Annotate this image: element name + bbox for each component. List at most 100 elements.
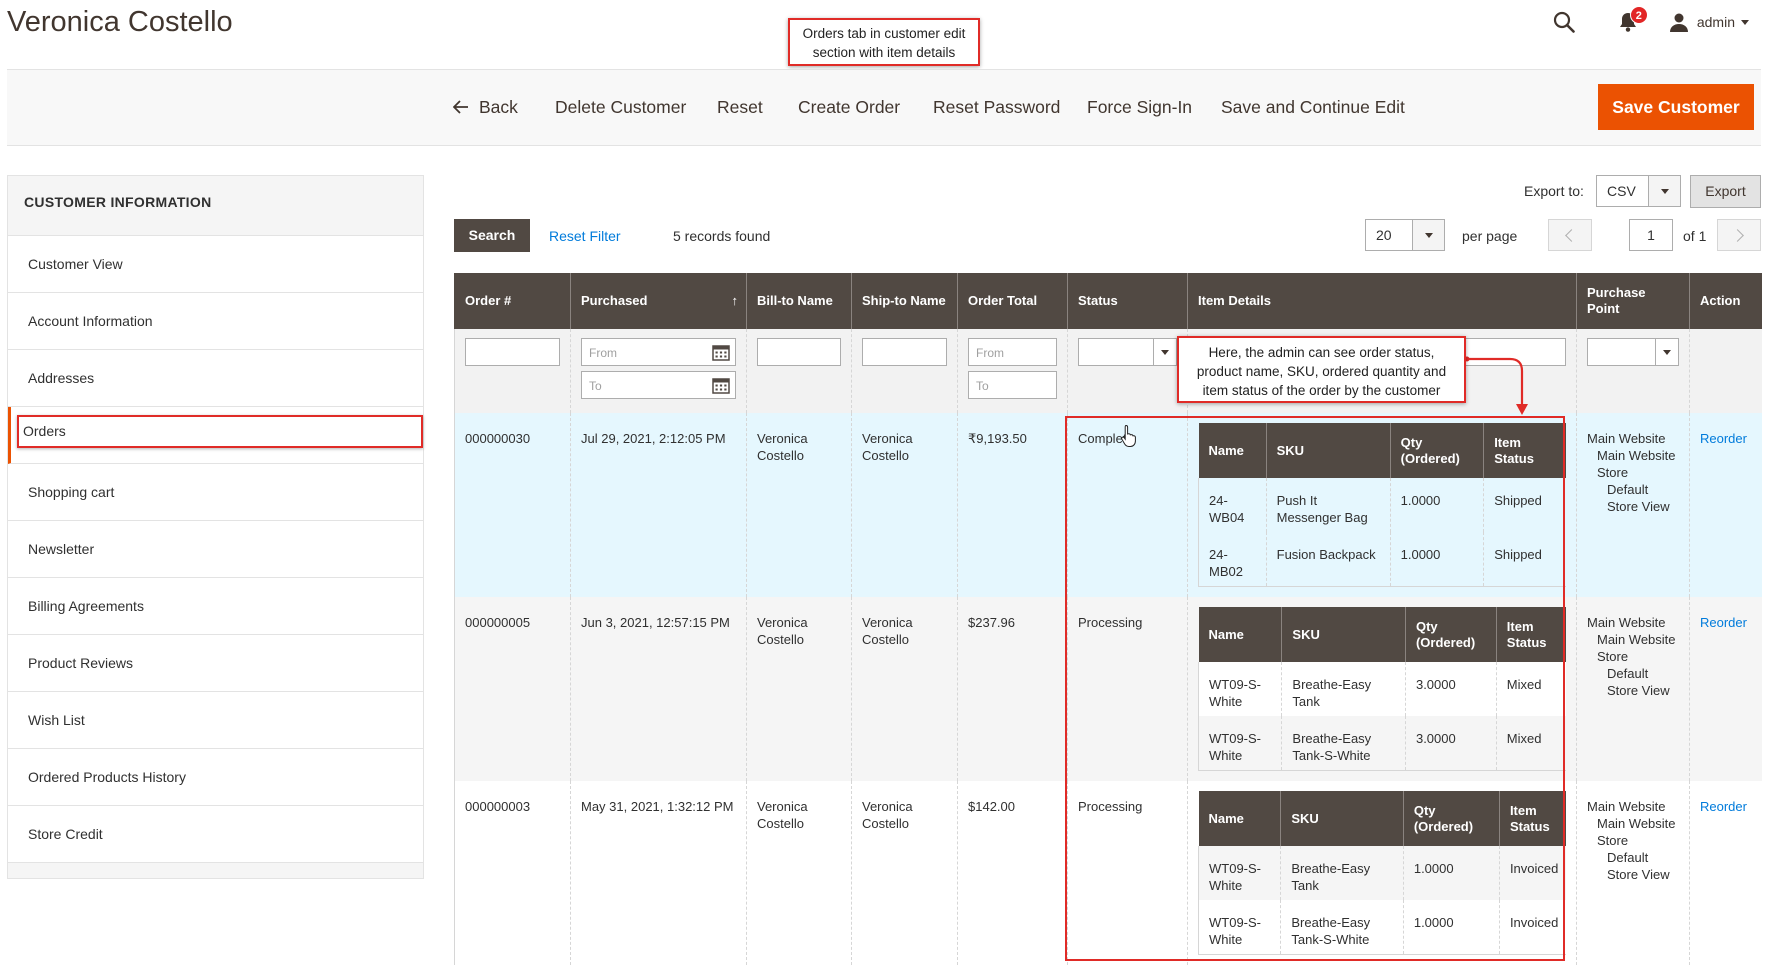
export-label: Export to: bbox=[1524, 183, 1584, 199]
order-total-to-filter[interactable]: To bbox=[968, 371, 1057, 399]
filter-placeholder: To bbox=[976, 379, 989, 393]
reset-filter-link[interactable]: Reset Filter bbox=[549, 228, 621, 244]
column-order-total[interactable]: Order Total bbox=[957, 273, 1068, 329]
item-column-qty: Qty (Ordered) bbox=[1404, 607, 1497, 662]
bill-to-name-filter[interactable] bbox=[757, 338, 841, 366]
purchase-point-store-view: Default Store View bbox=[1607, 666, 1670, 698]
purchased-from-filter[interactable]: From bbox=[581, 338, 736, 366]
sidebar-item-store-credit[interactable]: Store Credit bbox=[8, 806, 423, 863]
page-actions-toolbar: Back Delete Customer Reset Create Order … bbox=[7, 69, 1761, 146]
column-item-details[interactable]: Item Details bbox=[1187, 273, 1577, 329]
purchase-point-store-view: Default Store View bbox=[1607, 850, 1670, 882]
item-status: Mixed bbox=[1495, 662, 1566, 716]
admin-user-menu[interactable]: admin bbox=[1697, 14, 1735, 30]
item-status: Shipped bbox=[1483, 478, 1566, 532]
column-ship-to-name[interactable]: Ship-to Name bbox=[851, 273, 958, 329]
column-action[interactable]: Action bbox=[1689, 273, 1762, 329]
force-sign-in-button[interactable]: Force Sign-In bbox=[1087, 70, 1192, 145]
per-page-select[interactable]: 20 bbox=[1365, 219, 1445, 251]
per-page-value: 20 bbox=[1376, 227, 1392, 243]
callout-line: item status of the order by the customer bbox=[1202, 383, 1441, 398]
item-sku: Breathe-Easy Tank-S-White bbox=[1281, 716, 1406, 771]
calendar-icon[interactable] bbox=[712, 343, 730, 361]
save-and-continue-button[interactable]: Save and Continue Edit bbox=[1221, 70, 1405, 145]
item-status: Shipped bbox=[1483, 532, 1566, 587]
filter-placeholder: To bbox=[589, 379, 602, 393]
sidebar-item-account-information[interactable]: Account Information bbox=[8, 293, 423, 350]
sidebar-item-orders[interactable]: Orders bbox=[8, 407, 423, 464]
purchase-point-filter-select[interactable] bbox=[1587, 338, 1679, 366]
reorder-link[interactable]: Reorder bbox=[1700, 431, 1747, 446]
sidebar-item-product-reviews[interactable]: Product Reviews bbox=[8, 635, 423, 692]
item-name: WT09-S-White bbox=[1197, 716, 1282, 771]
status-filter-select[interactable] bbox=[1078, 338, 1177, 366]
notifications-badge: 2 bbox=[1629, 6, 1648, 24]
export-button[interactable]: Export bbox=[1690, 175, 1761, 208]
purchase-point-store: Main Website Store bbox=[1597, 448, 1676, 480]
column-purchased[interactable]: ↑ Purchased bbox=[570, 273, 747, 329]
sidebar-title: CUSTOMER INFORMATION bbox=[24, 194, 212, 210]
back-button[interactable]: Back bbox=[453, 70, 518, 145]
column-order-number[interactable]: Order # bbox=[454, 273, 571, 329]
item-status: Invoiced bbox=[1498, 900, 1566, 955]
previous-page-button[interactable] bbox=[1548, 219, 1592, 251]
callout-line: Here, the admin can see order status, bbox=[1208, 345, 1435, 360]
calendar-icon[interactable] bbox=[712, 376, 730, 394]
user-icon[interactable] bbox=[1669, 12, 1689, 32]
bill-to-name: Veronica Costello bbox=[746, 413, 852, 597]
create-order-button[interactable]: Create Order bbox=[798, 70, 900, 145]
reorder-link[interactable]: Reorder bbox=[1700, 799, 1747, 814]
save-customer-button[interactable]: Save Customer bbox=[1598, 84, 1754, 130]
purchased-to-filter[interactable]: To bbox=[581, 371, 736, 399]
sidebar-item-shopping-cart[interactable]: Shopping cart bbox=[8, 464, 423, 521]
item-details-table: Name SKU Qty (Ordered) Item Status WT09-… bbox=[1197, 607, 1566, 771]
order-status: Processing bbox=[1067, 781, 1188, 965]
item-row: WT09-S-White Breathe-Easy Tank 3.0000 Mi… bbox=[1197, 662, 1566, 716]
item-qty: 1.0000 bbox=[1389, 532, 1484, 587]
column-purchase-point[interactable]: Purchase Point bbox=[1576, 273, 1690, 329]
sidebar-item-billing-agreements[interactable]: Billing Agreements bbox=[8, 578, 423, 635]
reset-password-button[interactable]: Reset Password bbox=[933, 70, 1060, 145]
delete-customer-button[interactable]: Delete Customer bbox=[555, 70, 686, 145]
page-total: of 1 bbox=[1683, 228, 1707, 244]
item-row: 24-WB04 Push It Messenger Bag 1.0000 Shi… bbox=[1198, 478, 1566, 532]
item-status: Mixed bbox=[1495, 716, 1566, 771]
sidebar-item-customer-view[interactable]: Customer View bbox=[8, 236, 423, 293]
ship-to-name-filter[interactable] bbox=[862, 338, 947, 366]
per-page-label: per page bbox=[1462, 228, 1518, 244]
order-status: Processing bbox=[1067, 597, 1188, 781]
next-page-button[interactable] bbox=[1717, 219, 1761, 251]
filter-placeholder: From bbox=[589, 346, 617, 360]
search-button[interactable]: Search bbox=[454, 219, 530, 252]
item-sku: Breathe-Easy Tank bbox=[1280, 846, 1404, 900]
table-row[interactable]: 000000003 May 31, 2021, 1:32:12 PM Veron… bbox=[454, 781, 1762, 965]
notifications-bell-icon[interactable]: 2 bbox=[1617, 6, 1648, 33]
sidebar-item-newsletter[interactable]: Newsletter bbox=[8, 521, 423, 578]
order-total-from-filter[interactable]: From bbox=[968, 338, 1057, 366]
purchase-point-store: Main Website Store bbox=[1597, 632, 1676, 664]
export-format-select[interactable]: CSV bbox=[1596, 175, 1681, 207]
item-column-status: Item Status bbox=[1483, 423, 1566, 478]
search-icon[interactable] bbox=[1553, 11, 1575, 33]
export-format-value: CSV bbox=[1607, 183, 1636, 199]
bill-to-name: Veronica Costello bbox=[746, 597, 852, 781]
sidebar-item-wish-list[interactable]: Wish List bbox=[8, 692, 423, 749]
column-bill-to-name[interactable]: Bill-to Name bbox=[746, 273, 852, 329]
purchase-point-website: Main Website bbox=[1587, 431, 1666, 446]
column-status[interactable]: Status bbox=[1067, 273, 1188, 329]
order-total: $142.00 bbox=[957, 781, 1068, 965]
order-number-filter[interactable] bbox=[465, 338, 560, 366]
sidebar-item-ordered-products-history[interactable]: Ordered Products History bbox=[8, 749, 423, 806]
item-details-table: Name SKU Qty (Ordered) Item Status WT09-… bbox=[1197, 791, 1566, 955]
item-column-sku: SKU bbox=[1265, 423, 1391, 478]
sidebar-item-addresses[interactable]: Addresses bbox=[8, 350, 423, 407]
purchased-date: May 31, 2021, 1:32:12 PM bbox=[570, 781, 747, 965]
table-row[interactable]: 000000030 Jul 29, 2021, 2:12:05 PM Veron… bbox=[454, 413, 1762, 597]
item-column-status: Item Status bbox=[1495, 607, 1566, 662]
reorder-link[interactable]: Reorder bbox=[1700, 615, 1747, 630]
reset-button[interactable]: Reset bbox=[717, 70, 763, 145]
table-row[interactable]: 000000005 Jun 3, 2021, 12:57:15 PM Veron… bbox=[454, 597, 1762, 781]
chevron-down-icon[interactable] bbox=[1741, 19, 1749, 25]
page-number-input[interactable]: 1 bbox=[1629, 219, 1673, 251]
arrow-left-icon bbox=[453, 100, 468, 114]
